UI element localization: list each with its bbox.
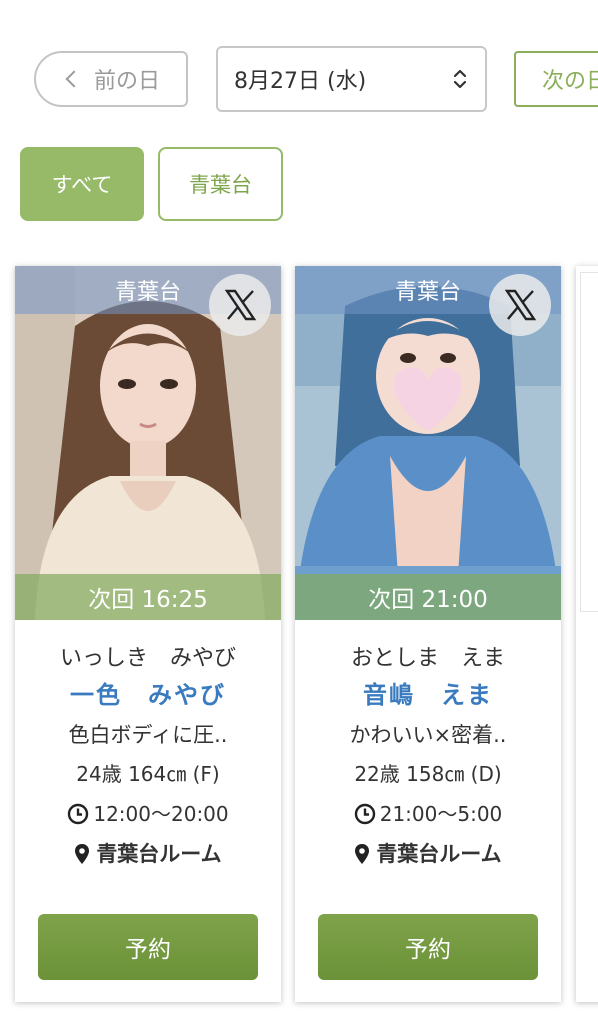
- date-select[interactable]: 8月27日 (水): [216, 46, 487, 112]
- cast-name[interactable]: 音嶋 えま: [295, 676, 561, 714]
- date-select-value: 8月27日 (水): [234, 69, 367, 94]
- cast-name[interactable]: 一色 みやび: [15, 676, 281, 714]
- cast-catchphrase: 色白ボディに圧..: [68, 723, 228, 747]
- filter-all-label: すべて: [51, 173, 113, 197]
- cast-profile: 24歳 164㎝ (F): [76, 762, 220, 786]
- x-link-button[interactable]: [209, 274, 271, 336]
- prev-day-label: 前の日: [93, 69, 160, 94]
- filter-area-chip[interactable]: 青葉台: [158, 147, 283, 221]
- work-hours: 12:00〜20:00: [15, 792, 281, 836]
- next-available-label: 次回 16:25: [15, 574, 281, 620]
- cast-name-kana: いっしき みやび: [59, 646, 236, 671]
- chevron-left-icon: [65, 70, 83, 88]
- next-available-label: 次回 21:00: [295, 574, 561, 620]
- x-logo-icon: [504, 289, 537, 321]
- x-link-button[interactable]: [489, 274, 551, 336]
- prev-day-button[interactable]: 前の日: [34, 51, 188, 107]
- cast-profile: 22歳 158㎝ (D): [354, 762, 502, 786]
- work-hours: 21:00〜5:00: [295, 792, 561, 836]
- cast-name-kana: おとしま えま: [350, 646, 505, 671]
- x-logo-icon: [224, 289, 257, 321]
- clock-icon: [354, 803, 375, 825]
- filter-all-chip[interactable]: すべて: [20, 147, 144, 221]
- filter-area-label: 青葉台: [189, 173, 252, 197]
- next-day-label: 次の日: [542, 69, 598, 94]
- cast-photo[interactable]: 青葉台 次回 16:25: [15, 266, 281, 620]
- reserve-label: 予約: [125, 937, 171, 963]
- reserve-button[interactable]: 予約: [38, 914, 258, 980]
- cast-card[interactable]: 青葉台 次回 21:00 おとしま えま 音嶋 えま かわいい×密着.. 22歳…: [295, 266, 561, 1002]
- room-location: 青葉台ルーム: [295, 836, 561, 872]
- cast-photo-placeholder: [580, 272, 598, 612]
- reserve-button[interactable]: 予約: [318, 914, 538, 980]
- cast-card-partial[interactable]: [576, 266, 598, 1002]
- location-pin-icon: [355, 844, 370, 864]
- room-location: 青葉台ルーム: [15, 836, 281, 872]
- cast-card[interactable]: 青葉台 次回 16:25 いっしき みやび 一色 みやび 色白ボディに圧.. 2…: [15, 266, 281, 1002]
- select-arrows-icon: [453, 69, 467, 89]
- clock-icon: [68, 803, 89, 825]
- cast-photo[interactable]: 青葉台 次回 21:00: [295, 266, 561, 620]
- reserve-label: 予約: [405, 937, 451, 963]
- location-pin-icon: [75, 844, 90, 864]
- next-day-button[interactable]: 次の日: [514, 51, 598, 107]
- cast-catchphrase: かわいい×密着..: [349, 723, 507, 747]
